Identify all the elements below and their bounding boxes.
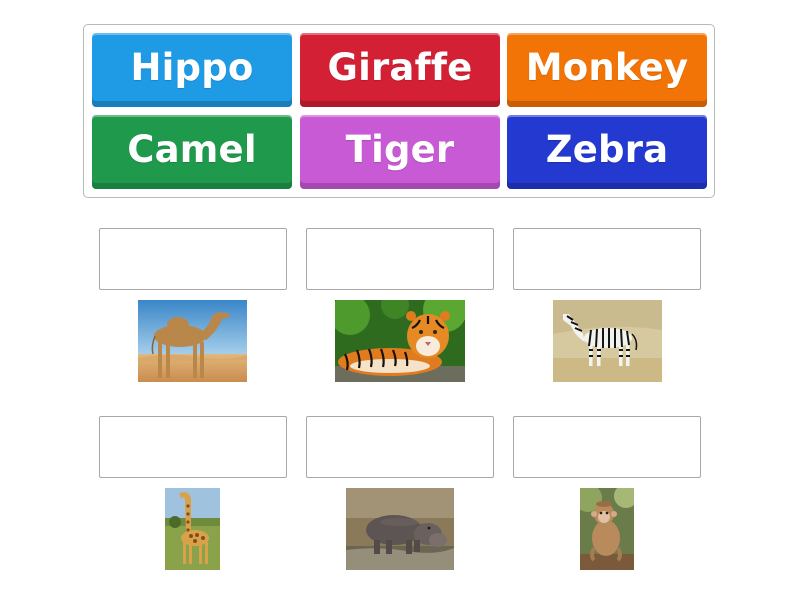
- tile-label: Tiger: [345, 127, 455, 171]
- tile-camel[interactable]: Camel: [92, 115, 292, 189]
- tile-giraffe[interactable]: Giraffe: [300, 33, 500, 107]
- word-bank: Hippo Giraffe Monkey Camel Tiger Zebra: [83, 24, 715, 198]
- tile-monkey[interactable]: Monkey: [507, 33, 707, 107]
- camel-photo: [138, 300, 247, 382]
- monkey-photo: [580, 488, 634, 570]
- giraffe-photo: [165, 488, 220, 570]
- tile-hippo[interactable]: Hippo: [92, 33, 292, 107]
- drop-zone-monkey[interactable]: [513, 416, 701, 478]
- drop-zone-tiger[interactable]: [306, 228, 494, 290]
- tile-label: Hippo: [130, 45, 254, 89]
- tiger-photo: [335, 300, 465, 382]
- tile-label: Giraffe: [327, 45, 473, 89]
- drop-zone-camel[interactable]: [99, 228, 287, 290]
- hippo-photo: [346, 488, 454, 570]
- tile-label: Camel: [127, 127, 257, 171]
- drop-zone-zebra[interactable]: [513, 228, 701, 290]
- tile-zebra[interactable]: Zebra: [507, 115, 707, 189]
- drop-zone-giraffe[interactable]: [99, 416, 287, 478]
- tile-label: Monkey: [525, 45, 689, 89]
- tile-label: Zebra: [545, 127, 669, 171]
- zebra-photo: [553, 300, 662, 382]
- drop-zone-hippo[interactable]: [306, 416, 494, 478]
- tile-tiger[interactable]: Tiger: [300, 115, 500, 189]
